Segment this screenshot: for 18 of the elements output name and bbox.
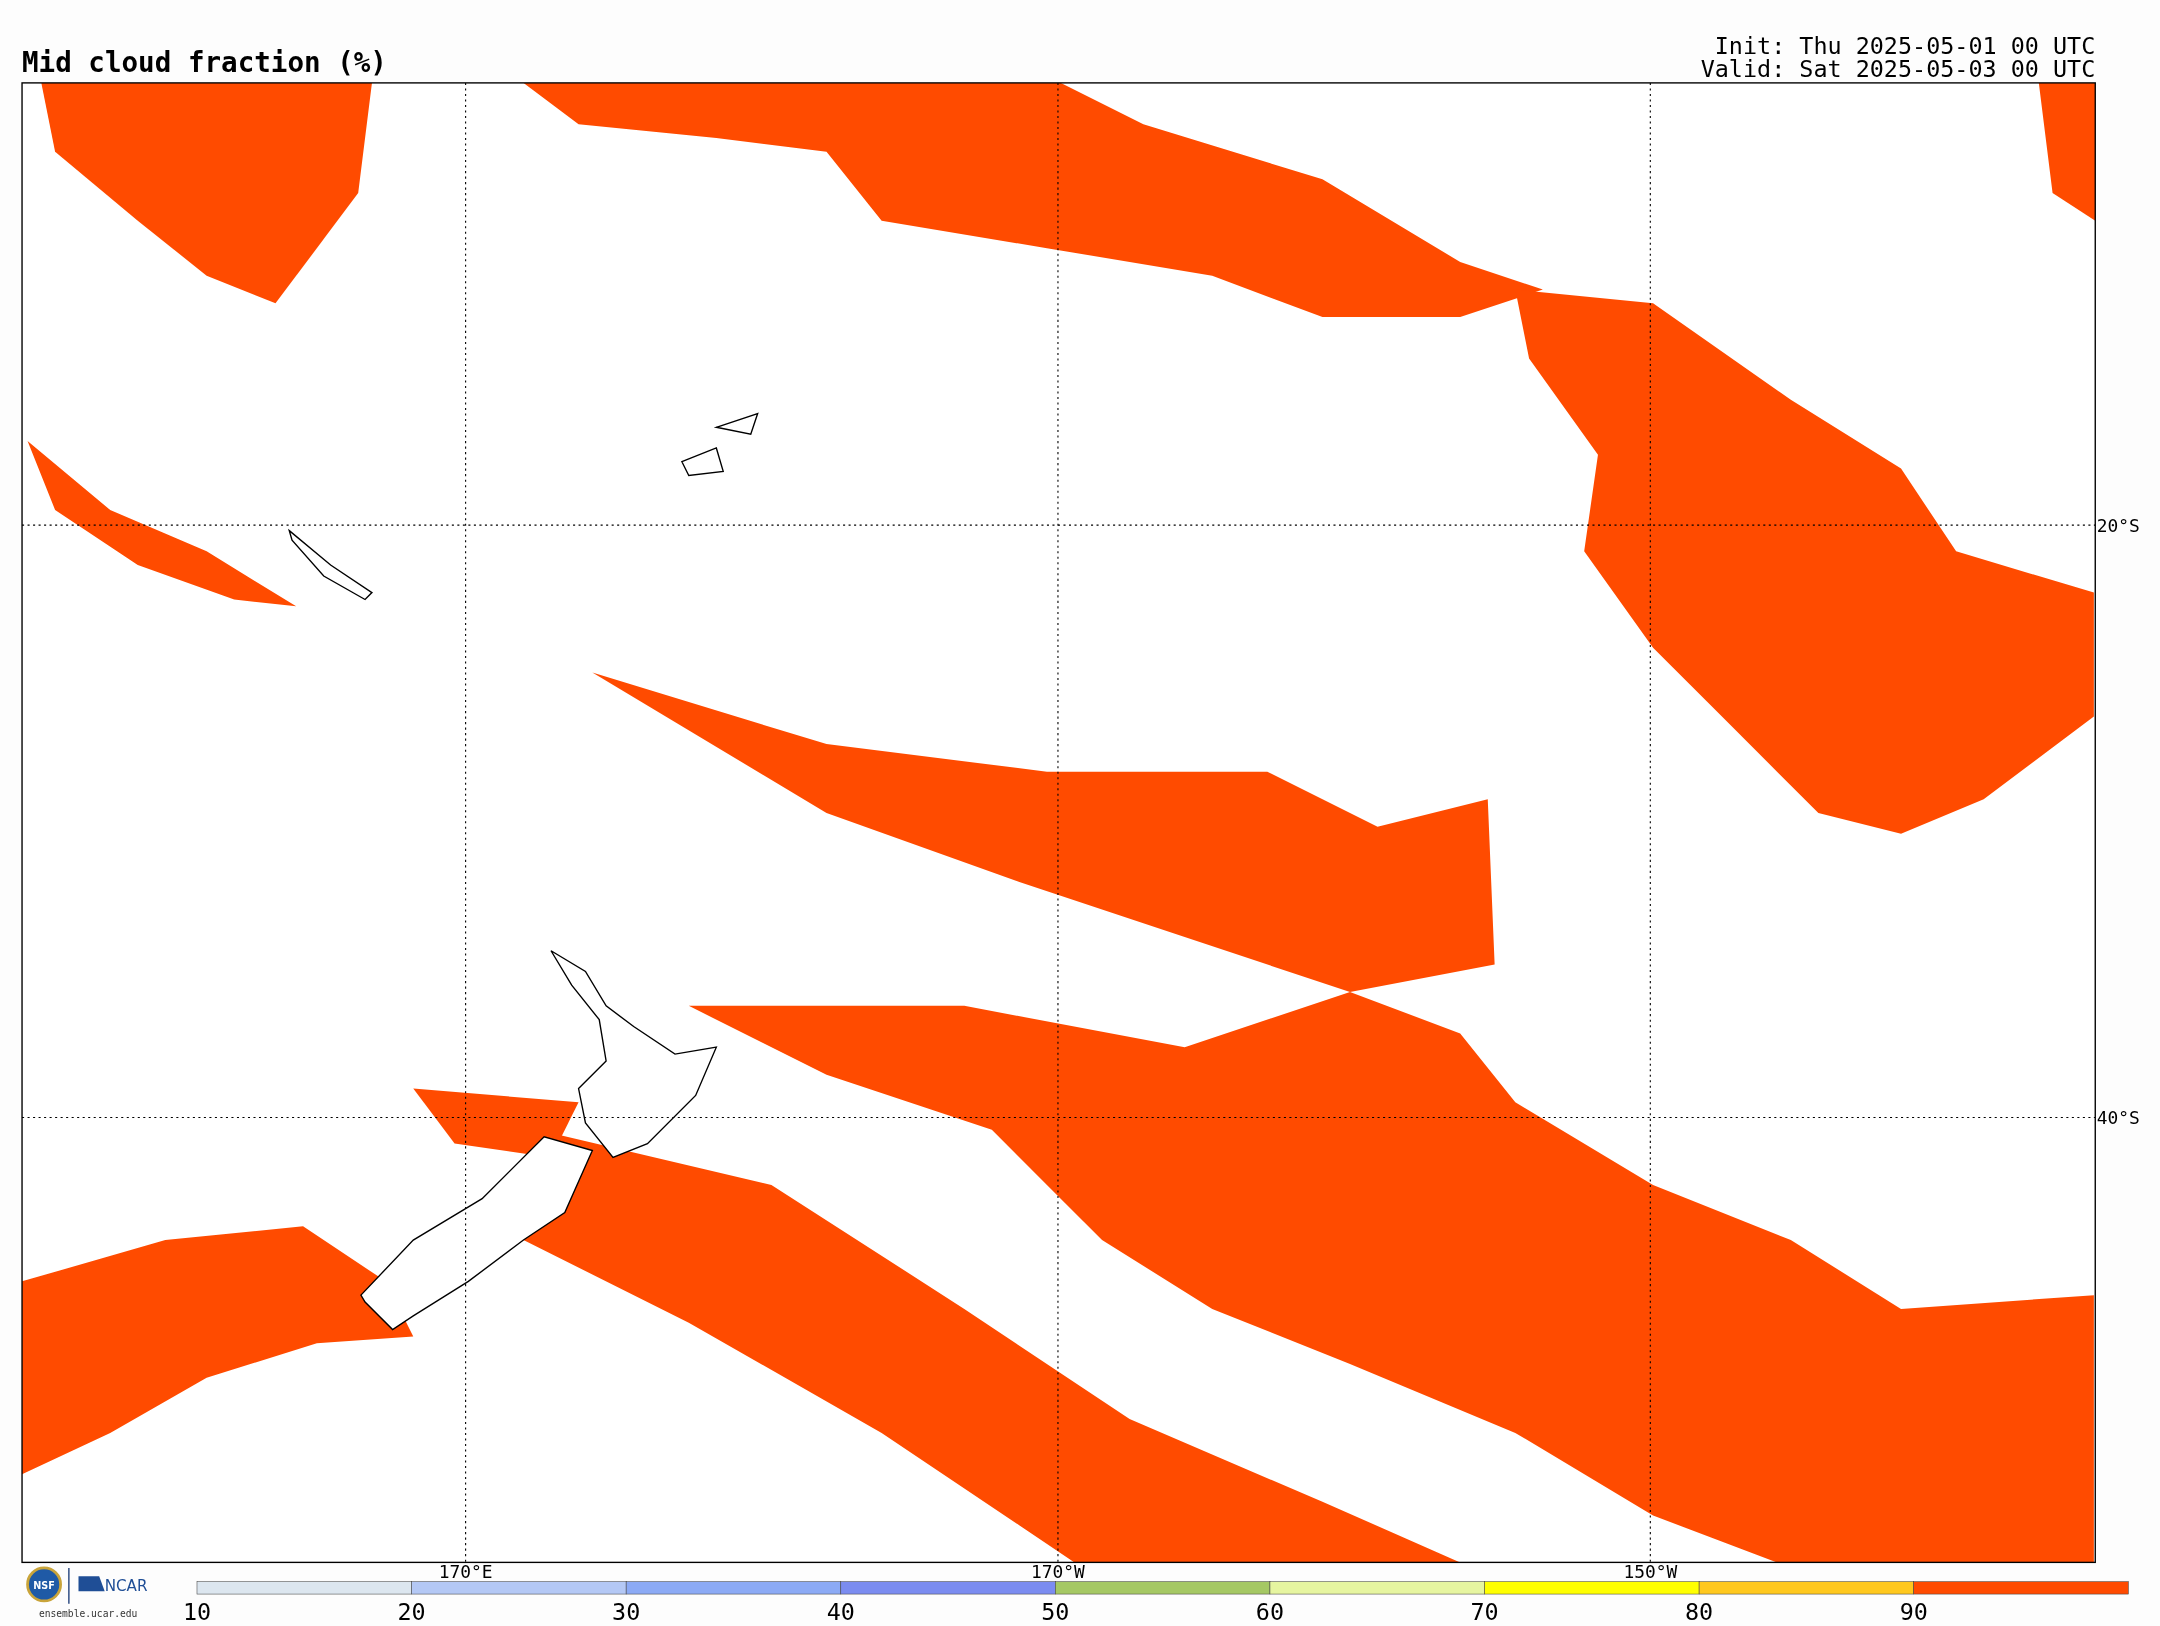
longitude-label: 170°W	[1031, 1560, 1085, 1582]
colorbar-tick-label: 70	[1470, 1598, 1499, 1626]
colorbar-tick-label: 80	[1685, 1598, 1714, 1626]
latitude-label: 40°S	[2096, 1107, 2140, 1129]
nsf-logo: NSF	[26, 1566, 62, 1603]
colorbar-tick-label: 50	[1041, 1598, 1070, 1626]
colorbar-tick-label: 90	[1899, 1598, 1928, 1626]
colorbar-tick-label: 30	[612, 1598, 641, 1626]
longitude-label: 170°E	[438, 1560, 493, 1582]
latitude-label: 20°S	[2096, 515, 2140, 536]
longitude-label: 150°W	[1623, 1560, 1678, 1582]
colorbar-tick-label: 40	[826, 1598, 855, 1626]
chart-title: Mid cloud fraction (%)	[22, 45, 387, 78]
site-url: ensemble.ucar.edu	[38, 1608, 138, 1620]
ncar-logo: NCAR	[78, 1576, 148, 1596]
colorbar-tick-label: 10	[182, 1598, 212, 1626]
colorbar-tick-label: 60	[1255, 1598, 1285, 1626]
colorbar-tick-label: 20	[397, 1598, 426, 1626]
